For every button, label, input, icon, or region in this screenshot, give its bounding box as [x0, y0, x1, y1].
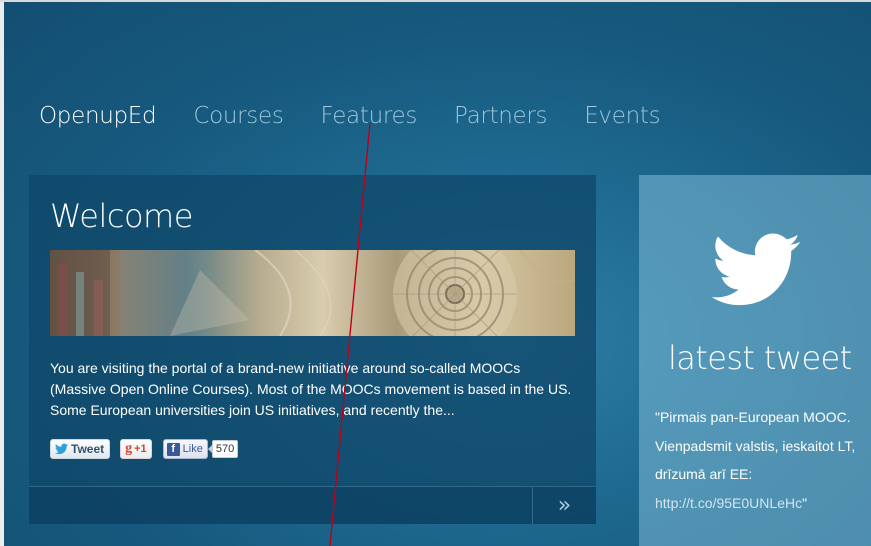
annotation-line [329, 122, 371, 546]
